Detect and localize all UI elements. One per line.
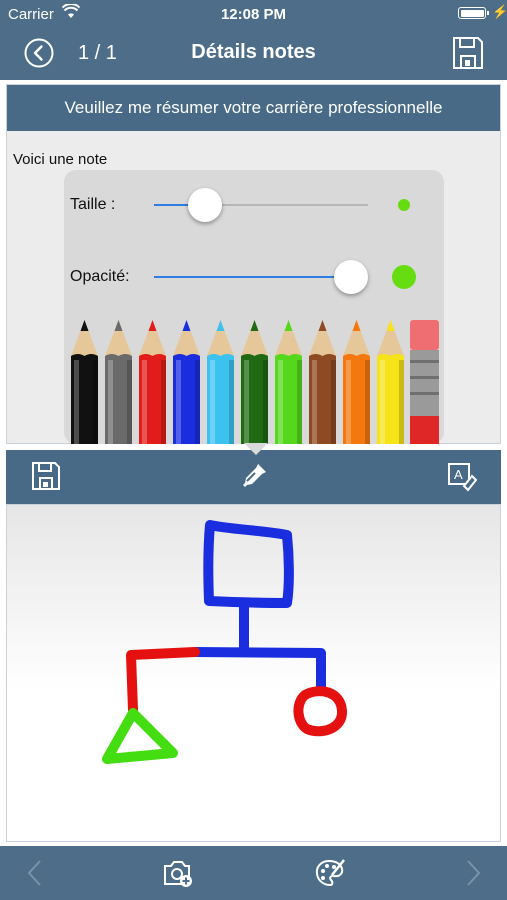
popover-arrow (244, 443, 268, 455)
eyedropper-icon[interactable] (238, 460, 270, 492)
status-bar: Carrier 12:08 PM ⚡ (0, 0, 507, 28)
pencil-black[interactable] (68, 320, 101, 444)
drawing (102, 520, 347, 764)
opacity-preview-dot (392, 265, 416, 289)
size-slider[interactable] (154, 204, 368, 206)
pencil-dark-green[interactable] (238, 320, 271, 444)
chevron-right-icon[interactable] (456, 858, 488, 888)
charging-icon: ⚡ (492, 4, 507, 19)
pencil-green[interactable] (272, 320, 305, 444)
chevron-left-icon[interactable] (20, 858, 52, 888)
pencil-palette (64, 320, 444, 444)
question-header: Veuillez me résumer votre carrière profe… (7, 85, 500, 131)
palette-icon[interactable] (314, 858, 346, 888)
size-preview-dot (398, 199, 410, 211)
note-text[interactable]: Voici une note (13, 151, 107, 168)
pencil-red[interactable] (136, 320, 169, 444)
opacity-slider-fill (154, 276, 351, 278)
pencil-eraser-icon[interactable] (408, 320, 441, 444)
pencil-gray[interactable] (102, 320, 135, 444)
pencil-blue[interactable] (170, 320, 203, 444)
drawing-toolbar: A (6, 450, 501, 504)
floppy-disk-icon[interactable] (30, 460, 62, 492)
drawing-stroke-triangle (102, 708, 178, 764)
page-title: Détails notes (191, 41, 316, 63)
svg-text:A: A (454, 467, 463, 482)
pencil-light-blue[interactable] (204, 320, 237, 444)
clock: 12:08 PM (220, 6, 287, 23)
drawing-stroke-red-left (126, 647, 200, 715)
bottom-toolbar (0, 846, 507, 900)
floppy-disk-icon[interactable] (452, 36, 484, 70)
battery-icon (458, 7, 489, 19)
size-label: Taille : (70, 196, 116, 213)
opacity-slider-thumb[interactable] (333, 260, 368, 294)
drawing-stroke-branch (190, 647, 326, 695)
drawing-stroke-box (203, 520, 294, 608)
brush-settings-popover: Taille : Opacité: (64, 170, 444, 444)
pencil-brown[interactable] (306, 320, 339, 444)
nav-bar: 1 / 1 Détails notes (0, 28, 507, 80)
drawing-stroke-red-circle (293, 686, 347, 737)
size-slider-thumb[interactable] (188, 188, 223, 222)
drawing-canvas[interactable] (6, 504, 501, 842)
add-photo-icon[interactable] (162, 858, 194, 888)
clear-drawing-icon[interactable]: A (446, 460, 478, 492)
opacity-label: Opacité: (70, 268, 130, 285)
pencil-yellow[interactable] (374, 320, 407, 444)
pencil-orange[interactable] (340, 320, 373, 444)
